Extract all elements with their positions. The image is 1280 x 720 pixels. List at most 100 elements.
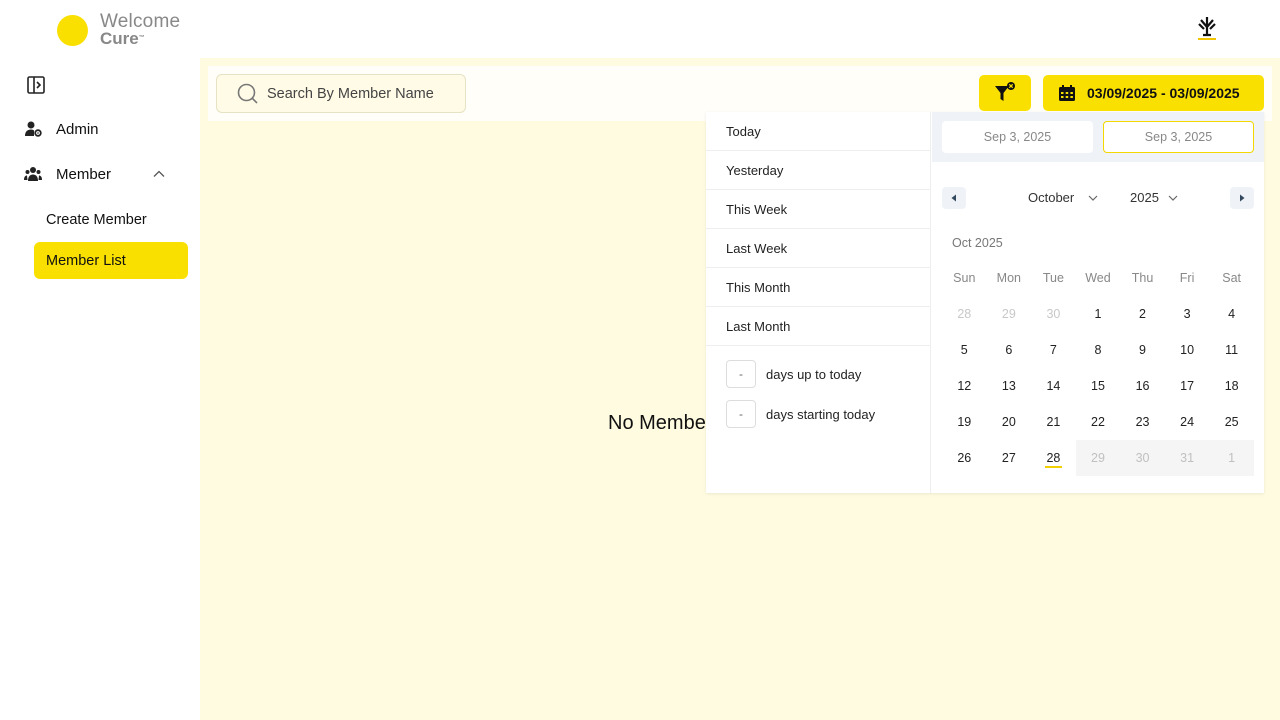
brand-line2: Cure™ <box>100 30 180 47</box>
calendar-icon <box>1059 85 1075 101</box>
calendar-day[interactable]: 18 <box>1209 368 1254 404</box>
calendar-day[interactable]: 7 <box>1031 332 1076 368</box>
weekday-label: Thu <box>1131 271 1154 285</box>
days-starting-today-label: days starting today <box>766 406 876 422</box>
calendar-day[interactable]: 15 <box>1076 368 1121 404</box>
predefined-ranges: Today Yesterday This Week Last Week This… <box>706 112 931 493</box>
filter-button[interactable] <box>979 75 1031 111</box>
calendar-day[interactable]: 10 <box>1165 332 1210 368</box>
calendar-day[interactable]: 29 <box>987 296 1032 332</box>
calendar-day[interactable]: 11 <box>1209 332 1254 368</box>
sidebar: Admin Member Create Member Member List <box>0 58 200 720</box>
range-this-week[interactable]: This Week <box>706 190 930 229</box>
weekday-header: Sun Mon Tue Wed Thu Fri Sat <box>942 260 1254 296</box>
logo-circle-icon <box>57 14 88 46</box>
filter-icon <box>995 82 1015 101</box>
year-select[interactable]: 2025 <box>1130 190 1178 205</box>
prev-month-button[interactable] <box>942 187 966 209</box>
calendar-day[interactable]: 6 <box>987 332 1032 368</box>
year-select-value: 2025 <box>1130 190 1159 205</box>
calendar-day[interactable]: 20 <box>987 404 1032 440</box>
calendar-day[interactable]: 28 <box>942 296 987 332</box>
brand-logo[interactable]: Welcome Cure™ <box>57 11 181 47</box>
sidebar-item-member[interactable]: Member <box>24 165 180 183</box>
calendar-week-row: 19 20 21 22 23 24 25 <box>942 404 1254 440</box>
user-gear-icon <box>25 121 42 137</box>
chevron-down-icon <box>1088 195 1098 201</box>
weekday-label: Fri <box>1179 271 1195 285</box>
calendar-day[interactable]: 28 <box>1031 440 1076 476</box>
start-date-input[interactable]: Sep 3, 2025 <box>942 121 1093 153</box>
range-last-week[interactable]: Last Week <box>706 229 930 268</box>
sidebar-toggle-icon[interactable] <box>27 76 47 94</box>
calendar-week-row: 28 29 30 1 2 3 4 <box>942 296 1254 332</box>
weekday-label: Mon <box>996 271 1021 285</box>
calendar-day[interactable]: 12 <box>942 368 987 404</box>
chevron-up-icon[interactable] <box>152 167 166 181</box>
calendar-grid: Sun Mon Tue Wed Thu Fri Sat 28 29 30 1 2 3 4 5 6 7 8 9 10 1… <box>942 260 1254 476</box>
sidebar-item-admin[interactable]: Admin <box>24 120 99 138</box>
calendar-day[interactable]: 23 <box>1120 404 1165 440</box>
calendar-day[interactable]: 4 <box>1209 296 1254 332</box>
calendar-day[interactable]: 8 <box>1076 332 1121 368</box>
weekday-label: Sun <box>953 271 976 285</box>
calendar-day[interactable]: 16 <box>1120 368 1165 404</box>
calendar-week-row: 12 13 14 15 16 17 18 <box>942 368 1254 404</box>
calendar-day[interactable]: 17 <box>1165 368 1210 404</box>
date-range-button[interactable]: 03/09/2025 - 03/09/2025 <box>1043 75 1264 111</box>
caret-right-icon <box>1240 194 1245 202</box>
days-up-to-today-input[interactable]: - <box>726 360 756 388</box>
date-range-label: 03/09/2025 - 03/09/2025 <box>1087 85 1240 101</box>
calendar-week-row: 26 27 28 29 30 31 1 <box>942 440 1254 476</box>
calendar-day[interactable]: 22 <box>1076 404 1121 440</box>
sidebar-item-admin-label: Admin <box>56 120 99 138</box>
search-input[interactable] <box>267 85 447 102</box>
range-yesterday[interactable]: Yesterday <box>706 151 930 190</box>
calendar-day[interactable]: 21 <box>1031 404 1076 440</box>
sidebar-item-create-member[interactable]: Create Member <box>34 201 188 238</box>
calendar-day: 31 <box>1164 440 1210 476</box>
search-box[interactable] <box>216 74 466 113</box>
calendar-day: 1 <box>1209 440 1254 476</box>
sidebar-item-member-label: Member <box>56 165 112 183</box>
calendar-day[interactable]: 24 <box>1165 404 1210 440</box>
calendar-day[interactable]: 13 <box>987 368 1032 404</box>
calendar-day[interactable]: 2 <box>1120 296 1165 332</box>
weekday-label: Sat <box>1222 271 1242 285</box>
calendar-day[interactable]: 14 <box>1031 368 1076 404</box>
days-starting-today-input[interactable]: - <box>726 400 756 428</box>
calendar-day[interactable]: 19 <box>942 404 987 440</box>
calendar-day: 29 <box>1075 440 1121 476</box>
next-month-button[interactable] <box>1230 187 1254 209</box>
calendar-day[interactable]: 1 <box>1076 296 1121 332</box>
range-last-month[interactable]: Last Month <box>706 307 930 346</box>
days-up-to-today-row: - days up to today <box>726 360 861 388</box>
calendar-day: 30 <box>1120 440 1165 476</box>
users-icon <box>24 167 42 181</box>
range-this-month[interactable]: This Month <box>706 268 930 307</box>
sidebar-item-member-list[interactable]: Member List <box>34 242 188 279</box>
calendar-day[interactable]: 9 <box>1120 332 1165 368</box>
calendar-day[interactable]: 25 <box>1209 404 1254 440</box>
brand-tm: ™ <box>138 35 145 41</box>
weekday-label: Wed <box>1085 271 1111 285</box>
brand-text: Welcome Cure™ <box>100 11 181 47</box>
days-up-to-today-label: days up to today <box>766 366 862 382</box>
calendar-day[interactable]: 5 <box>942 332 987 368</box>
month-select[interactable]: October <box>1028 190 1098 205</box>
calendar-day[interactable]: 3 <box>1165 296 1210 332</box>
partner-logo-icon <box>1195 15 1219 43</box>
caret-left-icon <box>951 194 956 202</box>
range-today[interactable]: Today <box>706 112 930 151</box>
date-range-picker: Today Yesterday This Week Last Week This… <box>706 112 1264 493</box>
search-icon <box>237 83 258 104</box>
calendar: Sep 3, 2025 Sep 3, 2025 October 2025 Oct… <box>932 112 1264 493</box>
end-date-input[interactable]: Sep 3, 2025 <box>1103 121 1254 153</box>
days-starting-today-row: - days starting today <box>726 400 875 428</box>
month-label: Oct 2025 <box>952 236 1003 250</box>
brand-line2-text: Cure <box>100 29 139 48</box>
brand-line1: Welcome <box>100 11 181 32</box>
calendar-day[interactable]: 27 <box>987 440 1032 476</box>
calendar-day[interactable]: 30 <box>1031 296 1076 332</box>
calendar-day[interactable]: 26 <box>942 440 987 476</box>
